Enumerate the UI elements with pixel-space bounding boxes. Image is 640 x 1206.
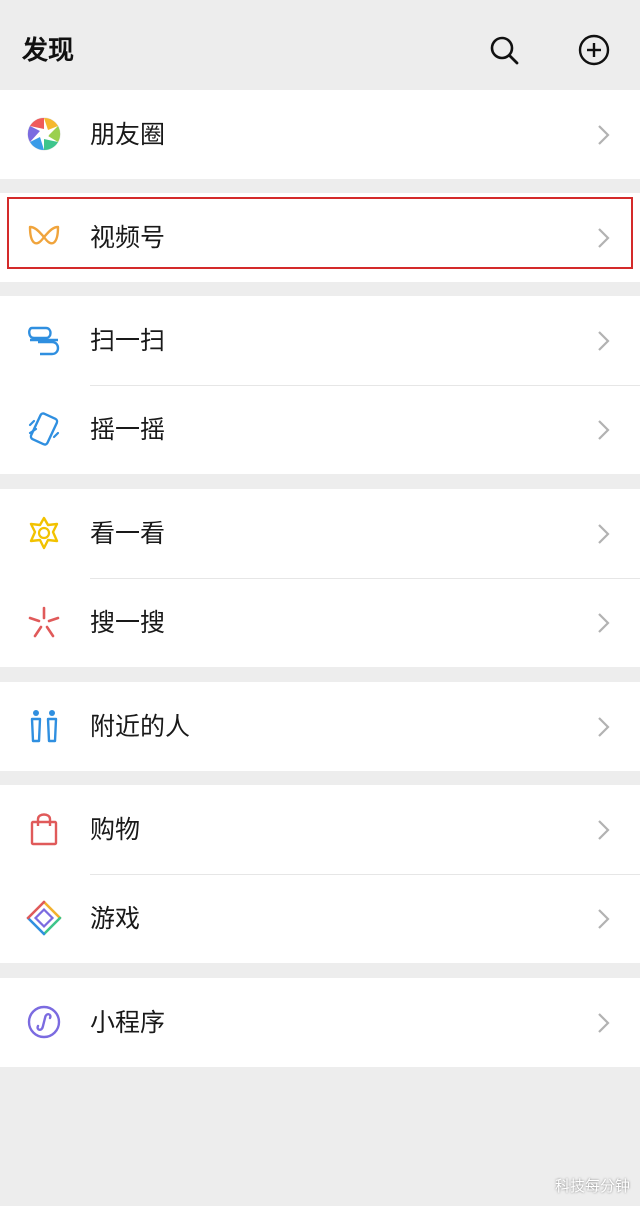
chevron-right-icon (598, 717, 610, 737)
shopping-bag-icon (30, 813, 58, 846)
search-spark-icon (28, 606, 60, 638)
group-look-search: 看一看 搜一搜 (0, 489, 640, 667)
menu-item-label: 朋友圈 (90, 120, 166, 149)
menu-item-scan[interactable]: 扫一扫 (0, 296, 640, 385)
chevron-right-icon (598, 1013, 610, 1033)
group-scan-shake: 扫一扫 摇一摇 (0, 296, 640, 474)
plus-circle-icon[interactable] (578, 34, 610, 66)
top-stories-icon (29, 516, 59, 550)
menu-item-mini-programs[interactable]: 小程序 (0, 978, 640, 1067)
menu-item-label: 游戏 (90, 904, 141, 933)
group-moments: 朋友圈 (0, 90, 640, 179)
chevron-right-icon (598, 524, 610, 544)
chevron-right-icon (598, 820, 610, 840)
chevron-right-icon (598, 125, 610, 145)
group-mini-programs: 小程序 (0, 978, 640, 1067)
watermark: 科技每分钟 (554, 1177, 630, 1195)
games-icon (26, 900, 62, 936)
menu-item-label: 购物 (90, 815, 141, 844)
chevron-right-icon (598, 613, 610, 633)
menu-item-games[interactable]: 游戏 (0, 874, 640, 963)
shake-icon (28, 412, 60, 446)
menu-item-label: 摇一摇 (90, 415, 166, 444)
menu-item-search[interactable]: 搜一搜 (0, 578, 640, 667)
menu-item-top-stories[interactable]: 看一看 (0, 489, 640, 578)
group-people-nearby: 附近的人 (0, 682, 640, 771)
mini-programs-icon (27, 1005, 61, 1039)
moments-aperture-icon (27, 117, 61, 151)
menu-item-label: 附近的人 (90, 712, 191, 741)
menu-item-shopping[interactable]: 购物 (0, 785, 640, 874)
top-bar: 发现 (0, 0, 640, 90)
chevron-right-icon (598, 420, 610, 440)
menu-item-shake[interactable]: 摇一摇 (0, 385, 640, 474)
chevron-right-icon (598, 331, 610, 351)
scan-icon (28, 326, 60, 356)
page-title: 发现 (22, 36, 75, 66)
people-nearby-icon (30, 710, 58, 743)
menu-item-people-nearby[interactable]: 附近的人 (0, 682, 640, 771)
menu-item-label: 看一看 (90, 519, 166, 548)
menu-item-label: 扫一扫 (90, 326, 166, 355)
menu-item-label: 搜一搜 (90, 608, 166, 637)
search-icon[interactable] (488, 34, 520, 66)
menu-item-label: 小程序 (90, 1008, 166, 1037)
menu-item-moments[interactable]: 朋友圈 (0, 90, 640, 179)
group-shopping-games: 购物 游戏 (0, 785, 640, 963)
highlight-box (7, 197, 633, 269)
chevron-right-icon (598, 909, 610, 929)
